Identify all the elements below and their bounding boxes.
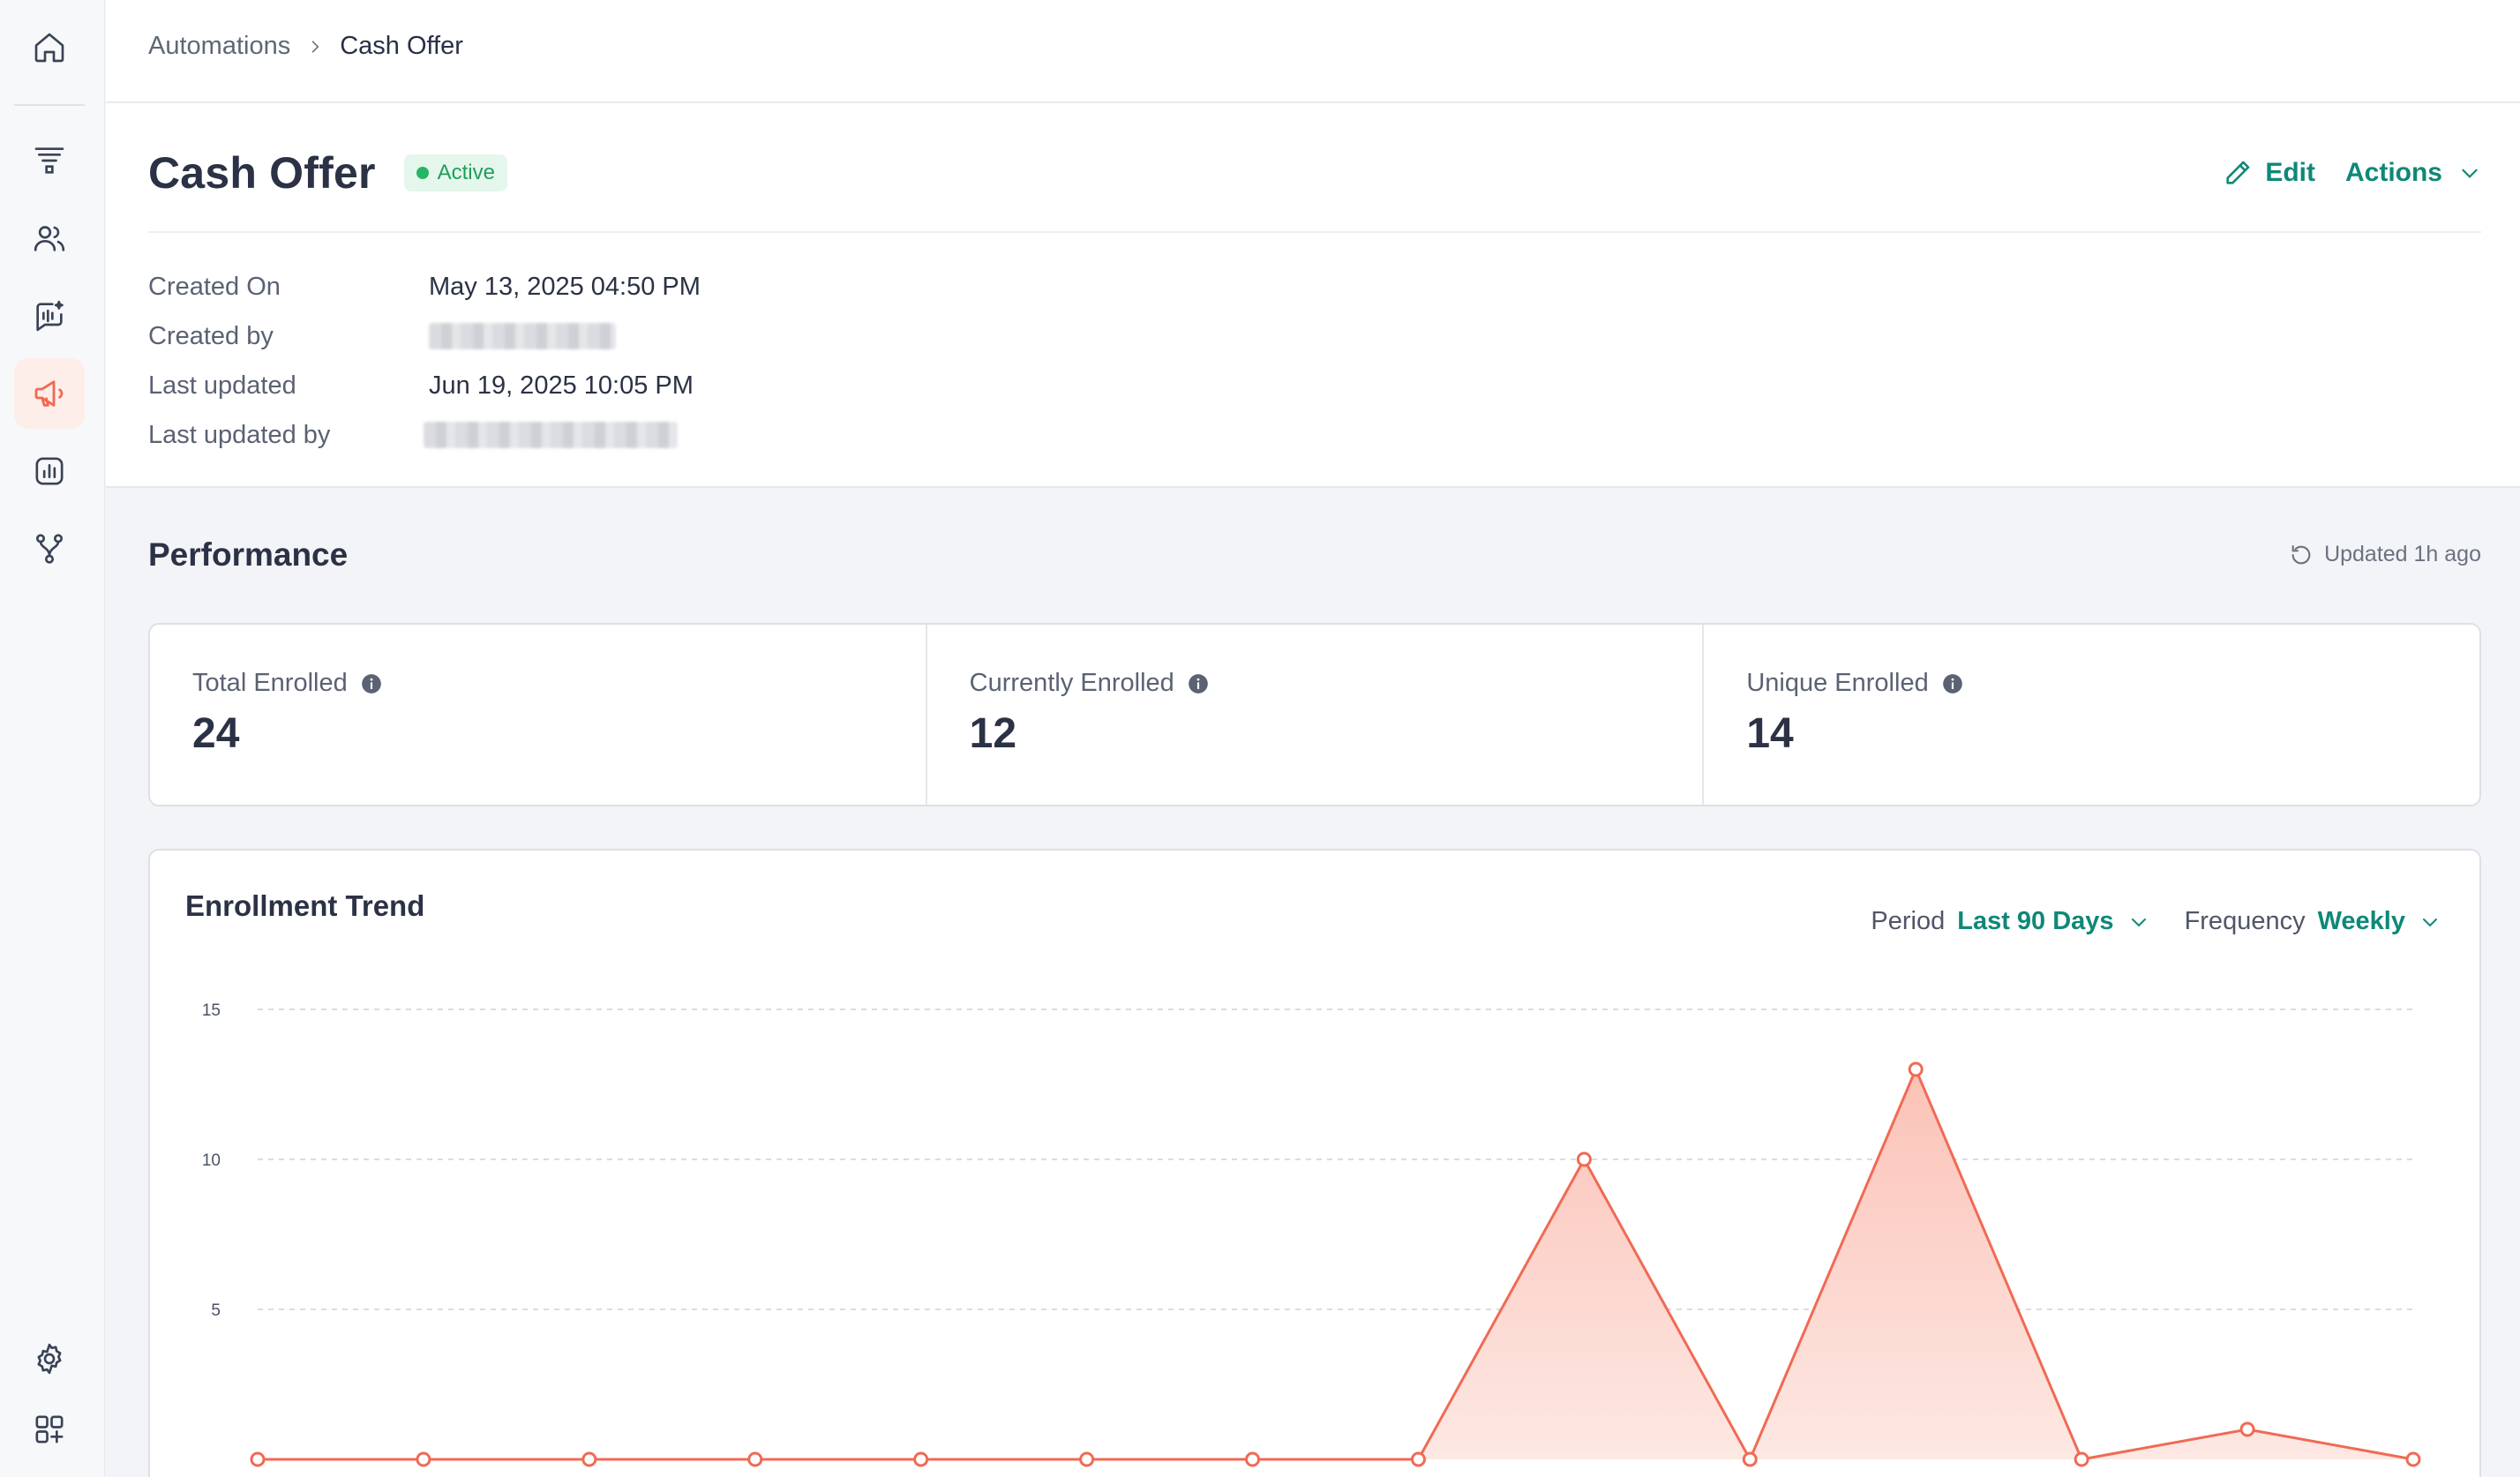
data-point[interactable]	[1079, 1451, 1095, 1467]
meta-row-created-on: Created On May 13, 2025 04:50 PM	[148, 262, 701, 311]
data-point[interactable]	[1245, 1451, 1261, 1467]
stat-label: Unique Enrolled	[1746, 669, 1929, 697]
sidebar-item-conversations[interactable]	[14, 281, 85, 351]
data-point[interactable]	[416, 1451, 431, 1467]
last-updated-by-label: Last updated by	[148, 420, 331, 449]
sidebar-item-reports[interactable]	[14, 436, 85, 506]
enrollment-trend-chart: 5 10 15	[202, 1001, 2421, 1467]
funnel-icon	[34, 147, 64, 174]
gear-icon	[37, 1343, 62, 1375]
edit-button[interactable]: Edit	[2223, 158, 2315, 188]
enrollment-trend-card: Enrollment Trend Period Last 90 Days Fre…	[148, 849, 2481, 1477]
meta-row-last-updated: Last updated Jun 19, 2025 10:05 PM	[148, 361, 701, 410]
sidebar-item-settings[interactable]	[14, 1323, 85, 1394]
data-point[interactable]	[1576, 1151, 1592, 1167]
info-icon[interactable]	[1187, 672, 1210, 695]
info-icon[interactable]	[360, 672, 383, 695]
last-updated-value: Jun 19, 2025 10:05 PM	[429, 371, 694, 400]
data-point[interactable]	[1908, 1061, 1924, 1077]
performance-title: Performance	[148, 536, 349, 573]
sidebar-item-automations[interactable]	[14, 514, 85, 584]
status-badge: Active	[403, 154, 507, 191]
breadcrumb-current: Cash Offer	[340, 32, 463, 60]
workflow-icon	[35, 534, 64, 564]
redacted-name	[429, 323, 616, 349]
meta-list: Created On May 13, 2025 04:50 PM Created…	[148, 262, 701, 460]
data-point[interactable]	[747, 1451, 763, 1467]
sidebar-item-contacts[interactable]	[14, 203, 85, 274]
stat-label: Total Enrolled	[192, 669, 348, 697]
megaphone-icon	[34, 380, 64, 407]
data-point[interactable]	[581, 1451, 597, 1467]
meta-row-created-by: Created by	[148, 311, 701, 361]
y-tick-label: 10	[202, 1151, 221, 1170]
refresh-icon	[2291, 544, 2311, 564]
y-tick-label: 5	[211, 1301, 221, 1320]
stat-value: 12	[969, 710, 1017, 757]
title-divider	[148, 231, 2481, 233]
sidebar-item-campaigns[interactable]	[14, 358, 85, 429]
stat-currently-enrolled: Currently Enrolled 12	[927, 625, 1705, 805]
breadcrumb: Automations Cash Offer	[148, 32, 463, 61]
stat-unique-enrolled: Unique Enrolled 14	[1704, 625, 2479, 805]
sidebar-divider	[14, 104, 85, 106]
meta-row-last-updated-by: Last updated by	[148, 410, 701, 460]
sidebar-item-home[interactable]	[14, 12, 85, 83]
stat-label: Currently Enrolled	[969, 669, 1174, 697]
updated-status[interactable]: Updated 1h ago	[2289, 542, 2481, 567]
stat-value: 14	[1746, 710, 1794, 757]
area-fill	[258, 1069, 2413, 1459]
y-tick-label: 15	[202, 1001, 221, 1020]
edit-label: Edit	[2265, 158, 2315, 187]
top-bar: Automations Cash Offer	[106, 0, 2520, 103]
apps-add-icon	[35, 1415, 64, 1443]
status-dot-icon	[416, 167, 429, 179]
chevron-right-icon	[311, 40, 319, 53]
stats-card: Total Enrolled 24 Currently Enrolled 12 …	[148, 623, 2481, 806]
last-updated-label: Last updated	[148, 371, 296, 400]
sidebar-item-funnel[interactable]	[14, 125, 85, 196]
chevron-down-icon	[2462, 169, 2478, 178]
pencil-icon	[2226, 161, 2250, 184]
created-on-label: Created On	[148, 272, 281, 301]
stat-total-enrolled: Total Enrolled 24	[150, 625, 927, 805]
home-icon	[34, 33, 64, 63]
data-point[interactable]	[2239, 1421, 2255, 1437]
data-point[interactable]	[1410, 1451, 1426, 1467]
sidebar	[0, 0, 105, 1477]
bar-chart-icon	[35, 457, 64, 485]
data-point[interactable]	[250, 1451, 266, 1467]
created-on-value: May 13, 2025 04:50 PM	[429, 272, 701, 301]
data-point[interactable]	[2074, 1451, 2089, 1467]
automation-details: Cash Offer Active Edit Actions Created O…	[106, 103, 2520, 488]
actions-dropdown[interactable]: Actions	[2345, 158, 2481, 188]
data-point[interactable]	[913, 1451, 929, 1467]
breadcrumb-automations-link[interactable]: Automations	[148, 32, 290, 61]
info-icon[interactable]	[1941, 672, 1964, 695]
main-content: Automations Cash Offer Cash Offer Active…	[106, 0, 2520, 1477]
updated-text: Updated 1h ago	[2324, 542, 2481, 566]
redacted-name	[424, 422, 678, 448]
stat-value: 24	[192, 710, 240, 757]
users-icon	[34, 226, 65, 251]
data-point[interactable]	[2405, 1451, 2421, 1467]
data-point[interactable]	[1742, 1451, 1758, 1467]
sidebar-item-apps[interactable]	[14, 1394, 85, 1465]
created-by-label: Created by	[148, 321, 274, 350]
series-line	[258, 1066, 2414, 1463]
page-title: Cash Offer	[148, 148, 376, 198]
actions-label: Actions	[2344, 158, 2442, 187]
status-text: Active	[437, 161, 495, 184]
chat-voice-icon	[36, 300, 64, 332]
